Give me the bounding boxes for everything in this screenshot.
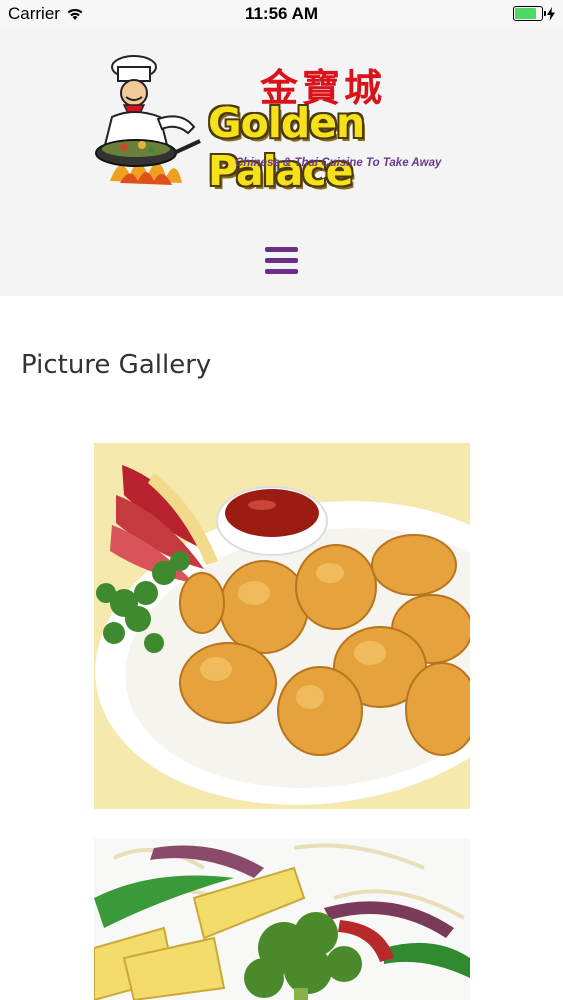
- site-header: 金寶城 Golden Palace Chinese & Thai Cuisine…: [0, 28, 563, 296]
- hamburger-line: [265, 258, 298, 263]
- hamburger-icon[interactable]: [265, 247, 298, 277]
- chef-wok-icon: [95, 55, 201, 185]
- battery-icon: [513, 6, 546, 21]
- gallery-image-stir-fry[interactable]: [94, 838, 470, 1000]
- stir-fry-photo: [94, 838, 470, 1000]
- battery-level: [515, 8, 536, 19]
- hamburger-line: [265, 269, 298, 274]
- hamburger-line: [265, 247, 298, 252]
- fried-balls-photo: [94, 443, 470, 809]
- status-bar: Carrier 11:56 AM: [0, 0, 563, 28]
- status-time: 11:56 AM: [244, 4, 319, 23]
- page-title: Picture Gallery: [21, 350, 212, 380]
- logo-tagline: Chinese & Thai Cuisine To Take Away: [235, 157, 442, 169]
- golden-palace-logo[interactable]: 金寶城 Golden Palace Chinese & Thai Cuisine…: [90, 53, 480, 218]
- status-right: [513, 6, 555, 21]
- gallery-image-fried-balls[interactable]: [94, 443, 470, 809]
- charging-icon: [547, 6, 555, 21]
- logo-name: Golden Palace: [208, 99, 365, 195]
